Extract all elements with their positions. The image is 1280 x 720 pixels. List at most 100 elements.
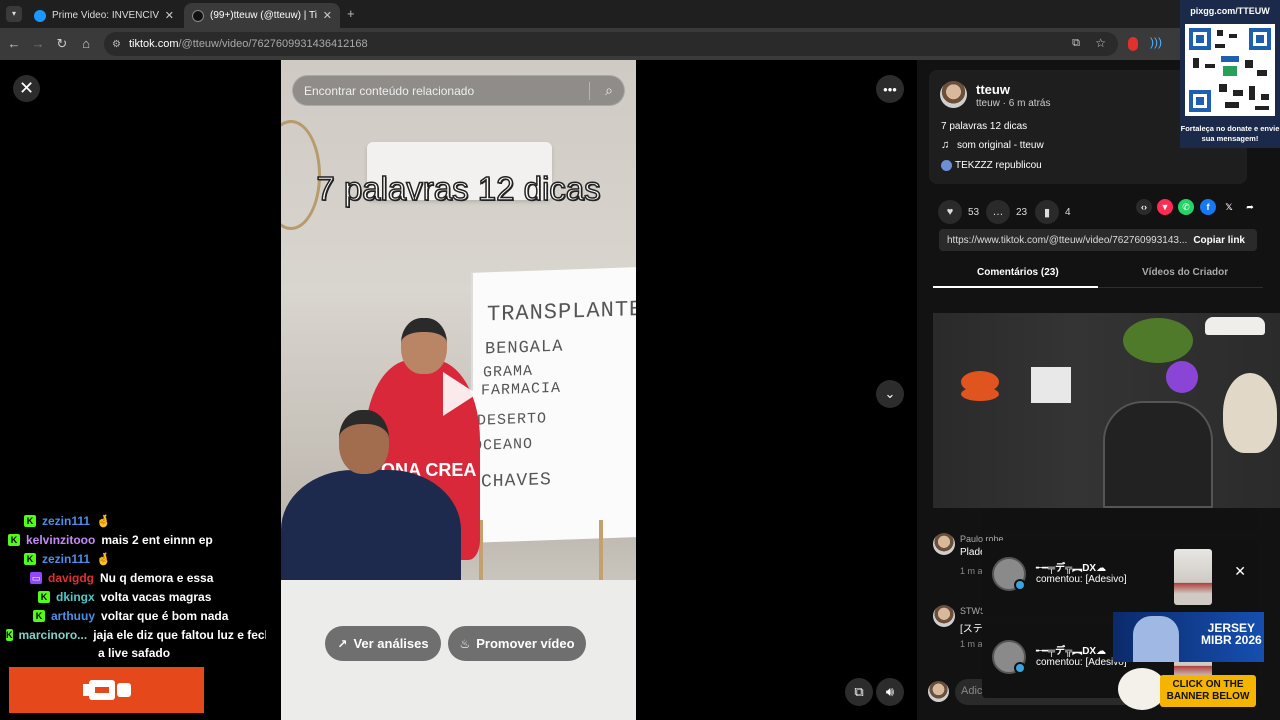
kick-badge-icon: K — [8, 534, 20, 546]
like-count: 53 — [968, 206, 980, 218]
chat-text: voltar que é bom nada — [101, 609, 229, 623]
analytics-chart-icon: ↗ — [337, 636, 348, 651]
more-options-button[interactable]: ••• — [876, 75, 904, 103]
toy-car-image — [1205, 317, 1265, 335]
extension-icon[interactable] — [1128, 37, 1138, 51]
plant-image — [1123, 318, 1193, 363]
verified-dot-icon — [1014, 662, 1026, 674]
tab-prime-video[interactable]: Prime Video: INVENCÍVEL - 3ª T ✕ — [26, 3, 182, 28]
view-analytics-button[interactable]: ↗ Ver análises — [325, 626, 441, 661]
comments-tabs: Comentários (23) Vídeos do Criador — [933, 260, 1263, 288]
chat-message-continuation: a live safado — [98, 646, 170, 660]
close-viewer-button[interactable]: ✕ — [13, 75, 40, 102]
stream-logo-icon — [82, 680, 131, 700]
comment-time: 1 m a — [960, 639, 983, 649]
extension-audio-icon[interactable]: ))) — [1150, 35, 1162, 49]
comment-avatar[interactable] — [933, 533, 955, 555]
tab-search-button[interactable]: ▾ — [6, 6, 22, 22]
chat-username: kelvinzitooo — [26, 533, 96, 547]
copy-link-button[interactable]: Copiar link — [1193, 235, 1245, 246]
streamer-room-webcam — [933, 313, 1280, 508]
back-icon[interactable]: ← — [6, 36, 22, 52]
repost-text: TEKZZZ republicou — [955, 160, 1042, 171]
volume-icon[interactable]: 🔊︎ — [876, 678, 904, 706]
whiteboard-word: OCEANO — [473, 435, 534, 455]
comment-bubble-icon: … — [986, 200, 1010, 224]
url-host: tiktok.com — [128, 38, 179, 50]
stream-logo-banner — [9, 667, 204, 713]
address-bar[interactable]: ⚙ tiktok.com/@tteuw/video/76276099314364… — [104, 32, 1118, 56]
author-avatar[interactable] — [940, 81, 967, 108]
tab-creator-videos[interactable]: Vídeos do Criador — [1142, 267, 1228, 278]
browser-tab-bar: ▾ Prime Video: INVENCÍVEL - 3ª T ✕ (99+)… — [0, 0, 1280, 28]
ad-click-banner-button[interactable]: CLICK ON THE BANNER BELOW — [1160, 675, 1256, 707]
share-url: https://www.tiktok.com/@tteuw/video/7627… — [947, 234, 1188, 246]
search-icon[interactable]: ⌕ — [605, 82, 613, 99]
close-tab-icon[interactable]: ✕ — [323, 9, 332, 22]
jersey-ad-banner[interactable]: JERSEY MIBR 2026 — [1113, 612, 1264, 662]
video-player[interactable]: TRANSPLANTE BENGALA GRAMA FARMACIA DESER… — [281, 60, 636, 720]
bookmark-star-icon[interactable]: ☆ — [1095, 36, 1106, 50]
reload-icon[interactable]: ↻ — [54, 36, 70, 52]
site-info-icon[interactable]: ⚙ — [112, 39, 121, 50]
like-button[interactable]: ♥ 53 — [938, 200, 979, 224]
donation-caption: Fortaleça no donate e envie sua mensagem… — [1180, 124, 1280, 143]
chat-text: mais 2 ent einnn ep — [101, 533, 213, 547]
figurine-image — [1166, 361, 1198, 393]
donation-url: pixgg.com/TTEUW — [1190, 6, 1270, 16]
plaque-image — [1031, 367, 1071, 403]
url-path: /@tteuw/video/7627609931436412168 — [178, 38, 368, 50]
whatsapp-icon[interactable]: ✆ — [1178, 199, 1194, 215]
play-icon[interactable] — [443, 372, 477, 416]
author-name[interactable]: tteuw — [976, 82, 1010, 97]
tab-comments[interactable]: Comentários (23) — [977, 267, 1059, 278]
close-tab-icon[interactable]: ✕ — [165, 9, 174, 22]
sound-link[interactable]: som original - tteuw — [957, 140, 1044, 151]
facebook-icon[interactable]: f — [1200, 199, 1216, 215]
share-url-field[interactable]: https://www.tiktok.com/@tteuw/video/7627… — [939, 229, 1257, 251]
chat-message: K kelvinzitooo mais 2 ent einnn ep — [8, 533, 213, 547]
related-search-input[interactable]: Encontrar conteúdo relacionado ⌕ — [292, 75, 625, 106]
comment-notification[interactable]: ╾━╤デ╦︻DX☁ comentou: [Adesivo] ✕ — [982, 541, 1258, 615]
share-arrow-icon[interactable]: ➦ — [1242, 199, 1258, 215]
kick-badge-icon: K — [24, 515, 36, 527]
comment-time: 1 m a — [960, 566, 983, 576]
chat-username: zezin111 — [42, 552, 91, 566]
chat-message: K marcinoro... jaja ele diz que faltou l… — [6, 628, 266, 642]
x-twitter-icon[interactable]: 𝕏 — [1221, 199, 1237, 215]
chat-text: 🤞 — [96, 552, 111, 566]
comment-count: 23 — [1016, 206, 1028, 218]
comment-input-placeholder: Adic — [961, 685, 983, 697]
my-avatar — [928, 681, 949, 702]
chat-text: a live safado — [98, 646, 171, 660]
tab-tiktok[interactable]: (99+)tteuw (@tteuw) | TikTok ✕ — [184, 3, 340, 28]
whiteboard-word: TRANSPLANTE — [487, 296, 636, 328]
chat-message: K zezin111 🤞 — [24, 552, 111, 566]
comment-button[interactable]: … 23 — [986, 200, 1027, 224]
promote-video-button[interactable]: ♨ Promover vídeo — [448, 626, 586, 661]
ad-player-image — [1133, 616, 1179, 662]
save-button[interactable]: ▮ 4 — [1035, 200, 1071, 224]
close-notification-icon[interactable]: ✕ — [1234, 563, 1246, 580]
next-video-chevron-down-icon[interactable]: ⌄ — [876, 380, 904, 408]
whiteboard-word: GRAMA — [483, 362, 534, 382]
whiteboard-word: BENGALA — [485, 337, 564, 360]
notification-text: comentou: [Adesivo] — [1036, 574, 1127, 585]
new-tab-button[interactable]: + — [347, 6, 355, 21]
search-placeholder: Encontrar conteúdo relacionado — [304, 83, 475, 98]
ad-headline: JERSEY MIBR 2026 — [1201, 622, 1262, 646]
chat-message: K zezin111 🤞 — [24, 514, 111, 528]
floating-player-icon[interactable]: ⧉ — [845, 678, 873, 706]
embed-code-icon[interactable]: ‹› — [1136, 199, 1152, 215]
whiteboard-word: DESERTO — [477, 410, 548, 430]
install-app-icon[interactable]: ⧉ — [1072, 37, 1080, 50]
chat-message: ▭ davigdg Nu q demora e essa — [30, 571, 213, 585]
donation-qr-overlay: pixgg.com/TTEUW Fortaleça no donate e en… — [1180, 0, 1280, 148]
home-icon[interactable]: ⌂ — [78, 36, 94, 52]
comment-avatar[interactable] — [933, 605, 955, 627]
chat-text: volta vacas magras — [100, 590, 212, 604]
share-repost-icon[interactable]: ▼ — [1157, 199, 1173, 215]
post-caption: 7 palavras 12 dicas — [941, 121, 1028, 132]
notification-thumbnail — [1174, 549, 1212, 605]
forward-icon[interactable]: → — [30, 36, 46, 52]
